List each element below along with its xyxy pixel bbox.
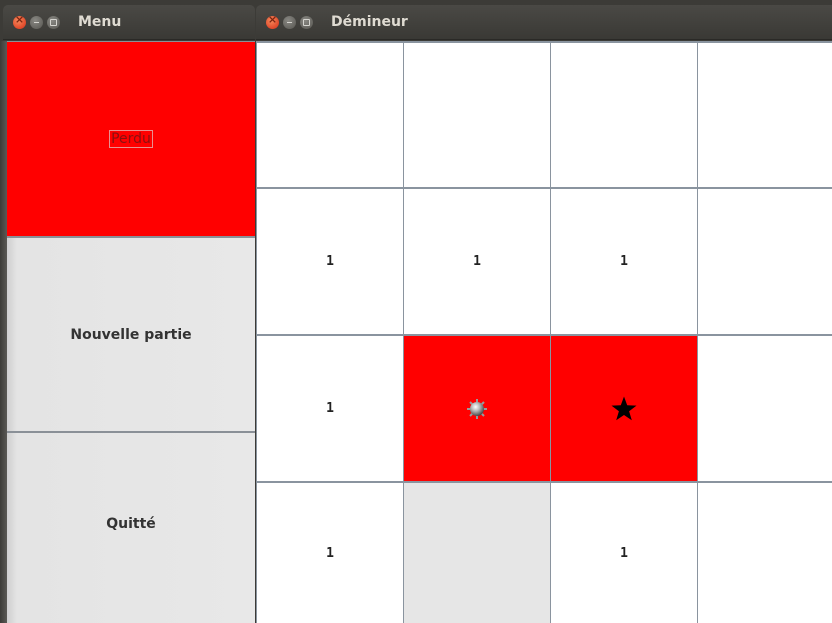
minesweeper-grid: 1 1 1 1 1 1 — [256, 41, 832, 623]
cell-number: 1 — [473, 254, 481, 269]
grid-cell[interactable] — [698, 43, 832, 187]
grid-cell[interactable] — [404, 43, 550, 187]
game-status-label: Perdu — [109, 130, 153, 148]
maximize-window-icon[interactable] — [47, 15, 60, 29]
grid-cell[interactable]: 1 — [257, 189, 403, 334]
grid-cell[interactable] — [698, 336, 832, 481]
new-game-button[interactable]: Nouvelle partie — [7, 238, 255, 431]
cell-number: 1 — [620, 545, 628, 561]
game-window-titlebar[interactable]: Démineur — [256, 5, 832, 40]
cell-number: 1 — [326, 401, 334, 416]
menu-window-titlebar[interactable]: Menu — [3, 5, 255, 40]
cell-number: 1 — [620, 254, 628, 269]
mine-icon — [467, 398, 487, 419]
menu-panel: Perdu Nouvelle partie Quitté — [7, 41, 255, 623]
grid-cell[interactable] — [698, 483, 832, 623]
minimize-window-icon[interactable] — [30, 15, 43, 29]
window-edge — [0, 41, 7, 623]
game-status-panel: Perdu — [7, 42, 255, 236]
grid-cell[interactable] — [257, 43, 403, 187]
grid-cell[interactable] — [404, 336, 550, 481]
grid-cell[interactable]: 1 — [404, 189, 550, 334]
grid-cell[interactable] — [551, 43, 697, 187]
star-icon — [611, 396, 637, 420]
cell-number: 1 — [326, 545, 334, 561]
maximize-window-icon[interactable] — [300, 15, 313, 29]
menu-window-title: Menu — [78, 14, 122, 30]
grid-cell[interactable]: 1 — [257, 336, 403, 481]
close-window-icon[interactable] — [13, 13, 26, 29]
grid-cell[interactable] — [698, 189, 832, 334]
game-window-title: Démineur — [331, 14, 408, 30]
grid-cell[interactable] — [404, 483, 550, 623]
grid-cell[interactable]: 1 — [551, 483, 697, 623]
grid-cell[interactable]: 1 — [551, 189, 697, 334]
minimize-window-icon[interactable] — [283, 15, 296, 29]
quit-button[interactable]: Quitté — [7, 433, 255, 623]
grid-cell[interactable]: 1 — [257, 483, 403, 623]
close-window-icon[interactable] — [266, 13, 279, 29]
grid-cell[interactable] — [551, 336, 697, 481]
cell-number: 1 — [326, 254, 334, 269]
